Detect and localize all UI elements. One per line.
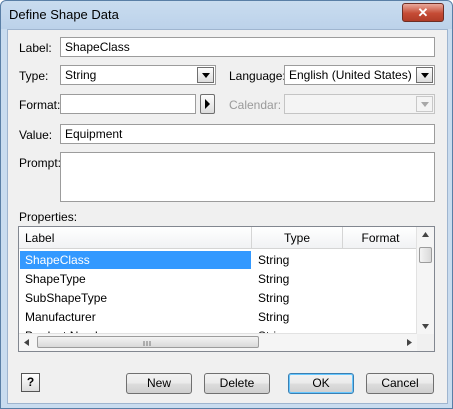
properties-label: Properties: [19, 210, 78, 224]
table-row[interactable]: Manufacturer String [20, 308, 418, 326]
row-type: String [258, 310, 290, 324]
close-button[interactable]: ✕ [402, 3, 444, 22]
calendar-field-label: Calendar: [229, 98, 282, 112]
column-header-format[interactable]: Format [343, 227, 419, 249]
row-type: String [258, 291, 290, 305]
label-input[interactable]: ShapeClass [60, 37, 435, 57]
table-row[interactable]: ShapeClass String [20, 251, 418, 269]
title-bar[interactable]: Define Shape Data ✕ [1, 1, 452, 29]
type-field-label: Type: [19, 69, 49, 83]
new-button[interactable]: New [126, 373, 192, 394]
format-field-label: Format: [19, 98, 61, 112]
row-type: String [258, 253, 290, 267]
calendar-select [284, 94, 435, 114]
vertical-scrollbar-arrows-icon [422, 232, 429, 329]
value-input[interactable]: Equipment [60, 124, 435, 144]
value-field-label: Value: [19, 128, 53, 142]
horizontal-scroll-thumb[interactable] [37, 336, 259, 348]
delete-button[interactable]: Delete [204, 373, 270, 394]
format-picker-button[interactable] [200, 94, 215, 114]
grip-icon [143, 341, 151, 346]
column-header-type[interactable]: Type [252, 227, 343, 249]
prompt-textarea[interactable] [60, 152, 435, 202]
row-type: String [258, 272, 290, 286]
format-input[interactable] [60, 94, 196, 114]
language-select-value: English (United States) [289, 68, 412, 82]
row-label: SubShapeType [25, 291, 108, 305]
close-icon: ✕ [417, 5, 429, 20]
help-button[interactable]: ? [21, 373, 40, 392]
language-select[interactable]: English (United States) [284, 65, 435, 85]
type-select-value: String [65, 68, 97, 82]
column-header-label[interactable]: Label [19, 227, 252, 249]
type-dropdown-button[interactable] [197, 67, 214, 83]
table-row[interactable]: ShapeType String [20, 270, 418, 288]
dialog-title: Define Shape Data [9, 7, 119, 22]
help-icon: ? [26, 375, 35, 389]
row-label: ShapeType [25, 272, 86, 286]
row-label: Manufacturer [25, 310, 96, 324]
horizontal-scrollbar[interactable] [19, 333, 417, 351]
properties-list[interactable]: Label Type Format ShapeClass String Shap… [18, 226, 435, 352]
table-row[interactable]: SubShapeType String [20, 289, 418, 307]
language-dropdown-button[interactable] [416, 67, 433, 83]
vertical-scrollbar[interactable] [416, 227, 434, 334]
row-label: ShapeClass [20, 251, 251, 269]
calendar-dropdown-button [416, 96, 433, 112]
type-select[interactable]: String [60, 65, 216, 85]
vertical-scroll-thumb[interactable] [419, 247, 432, 263]
language-field-label: Language: [229, 69, 286, 83]
ok-button[interactable]: OK [288, 373, 354, 394]
label-field-label: Label: [19, 41, 52, 55]
scroll-corner [417, 334, 434, 351]
prompt-field-label: Prompt: [19, 156, 62, 170]
cancel-button[interactable]: Cancel [366, 373, 434, 394]
